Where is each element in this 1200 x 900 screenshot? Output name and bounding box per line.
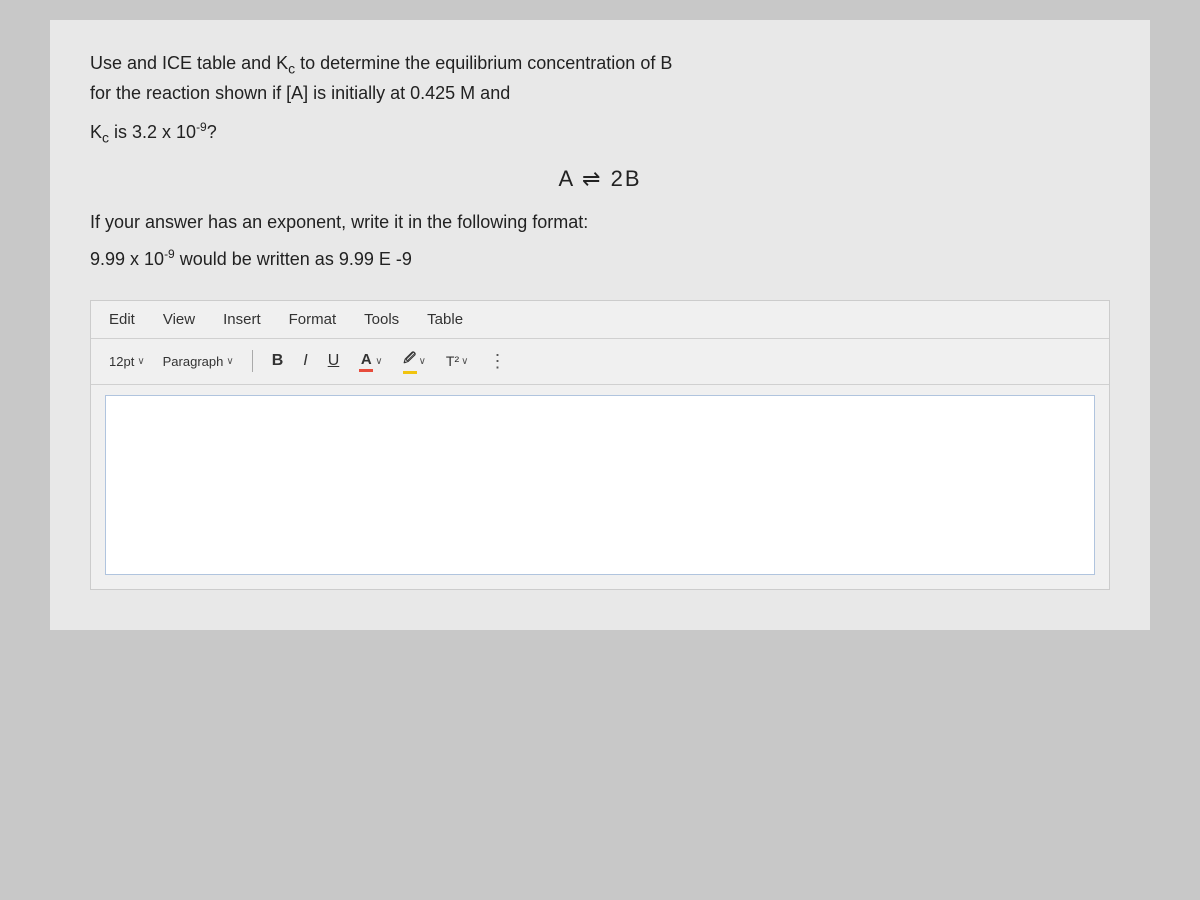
font-size-select[interactable]: 12pt ∨	[105, 352, 149, 371]
menu-view[interactable]: View	[159, 309, 199, 330]
superscript-chevron: ∨	[461, 356, 468, 367]
question-line1: Use and ICE table and Kc to determine th…	[90, 53, 672, 73]
italic-button[interactable]: I	[298, 350, 312, 372]
bold-button[interactable]: B	[267, 350, 289, 372]
editor-wrapper: Edit View Insert Format Tools Table 12pt…	[90, 300, 1110, 590]
reaction-equation: A ⇌ 2B	[90, 166, 1110, 192]
menu-tools[interactable]: Tools	[360, 309, 403, 330]
menu-edit[interactable]: Edit	[105, 309, 139, 330]
font-color-icon: A	[359, 351, 373, 372]
paragraph-select[interactable]: Paragraph ∨	[159, 352, 238, 371]
menu-insert[interactable]: Insert	[219, 309, 265, 330]
highlight-button[interactable]: 🖉 ∨	[398, 347, 431, 376]
page-container: Use and ICE table and Kc to determine th…	[50, 20, 1150, 630]
highlight-chevron: ∨	[419, 356, 426, 367]
menu-bar: Edit View Insert Format Tools Table	[91, 301, 1109, 339]
example-line: 9.99 x 10-9 would be written as 9.99 E -…	[90, 247, 1110, 270]
superscript-button[interactable]: T² ∨	[441, 351, 474, 371]
toolbar: 12pt ∨ Paragraph ∨ B I U A	[91, 339, 1109, 385]
toolbar-divider-1	[252, 350, 253, 372]
format-instruction: If your answer has an exponent, write it…	[90, 212, 1110, 233]
more-options-button[interactable]: ⋮	[483, 349, 512, 374]
underline-button[interactable]: U	[323, 350, 345, 372]
kc-line: Kc is 3.2 x 10-9?	[90, 120, 1110, 146]
menu-table[interactable]: Table	[423, 309, 467, 330]
font-color-button[interactable]: A ∨	[354, 349, 387, 374]
question-line2: for the reaction shown if [A] is initial…	[90, 83, 510, 103]
font-color-chevron: ∨	[375, 356, 382, 367]
question-block: Use and ICE table and Kc to determine th…	[90, 50, 1110, 108]
paragraph-chevron: ∨	[226, 356, 233, 367]
text-area[interactable]	[105, 395, 1095, 575]
font-size-chevron: ∨	[137, 356, 144, 367]
highlight-icon: 🖉	[403, 349, 417, 374]
menu-format[interactable]: Format	[285, 309, 341, 330]
